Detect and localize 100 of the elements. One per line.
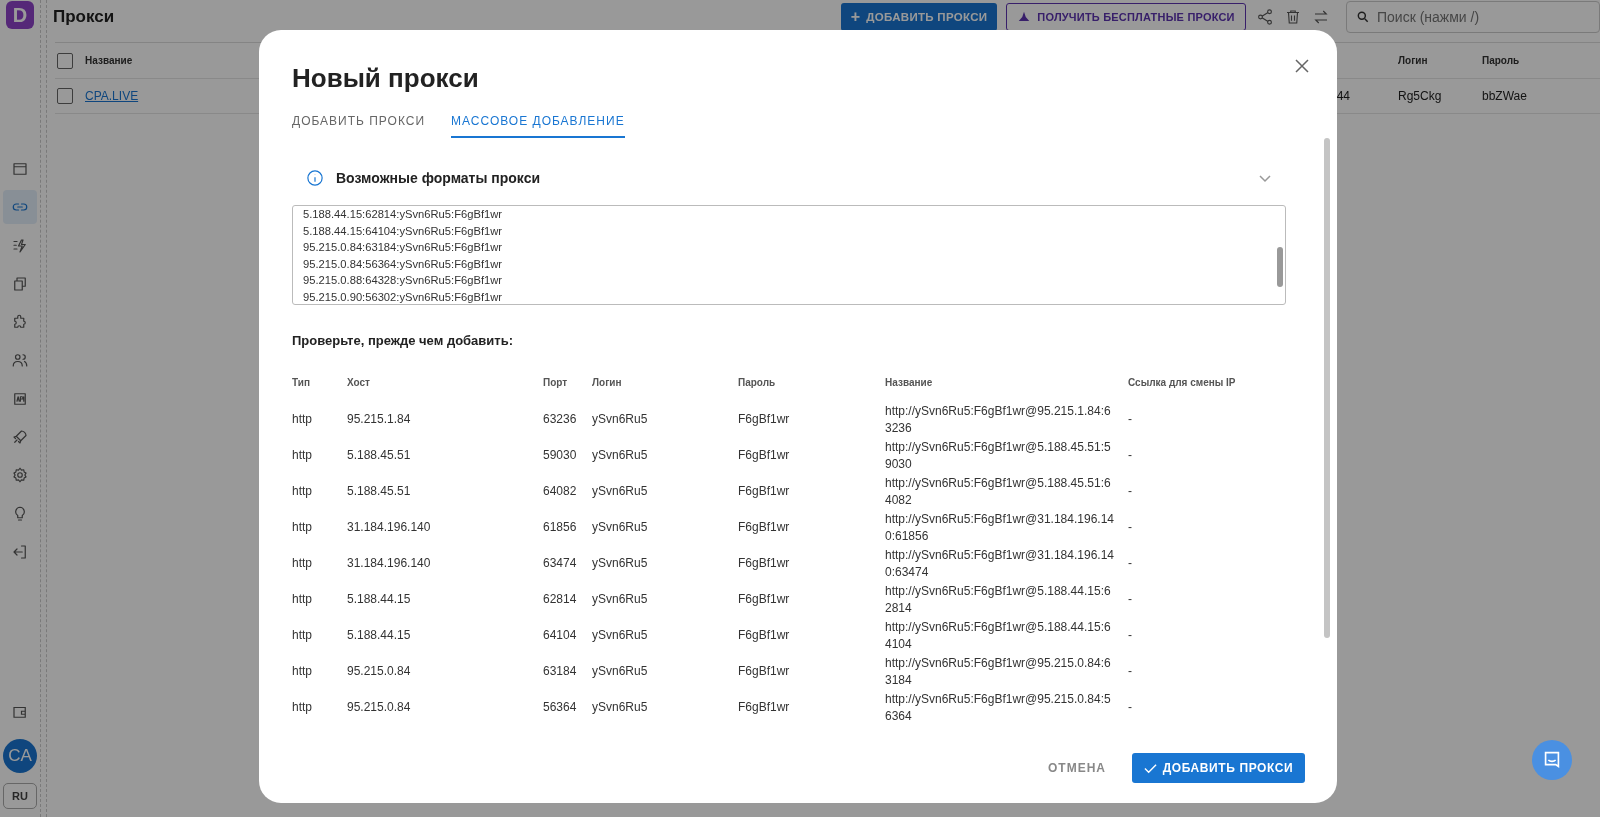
table-cell-text: http <box>292 627 313 642</box>
table-cell-text: F6gBf1wr <box>738 663 791 678</box>
table-cell-text: - <box>1128 447 1133 462</box>
search-field[interactable]: Поиск (нажми /) <box>1346 1 1600 33</box>
checkbox[interactable] <box>57 88 73 104</box>
trash-icon[interactable] <box>1284 8 1302 26</box>
table-cell-text: 63184 <box>543 663 578 678</box>
table-cell-text: - <box>1128 591 1133 606</box>
free-proxies-button[interactable]: ПОЛУЧИТЬ БЕСПЛАТНЫЕ ПРОКСИ <box>1006 3 1246 31</box>
chat-button[interactable] <box>1532 740 1572 780</box>
add-proxy-button[interactable]: + ДОБАВИТЬ ПРОКСИ <box>841 3 997 31</box>
copy-icon[interactable] <box>11 274 29 293</box>
table-cell-text: 95.215.1.84 <box>347 411 412 426</box>
gear-icon[interactable] <box>11 466 29 485</box>
table-cell-text: ySvn6Ru5 <box>592 627 649 642</box>
avatar[interactable]: CA <box>3 739 37 773</box>
table-cell-text: bbZWae <box>1482 89 1528 103</box>
table-cell-text: F6gBf1wr <box>738 627 791 642</box>
table-cell-text: F6gBf1wr <box>738 591 791 606</box>
table-cell-text: ySvn6Ru5 <box>592 555 649 570</box>
checkbox[interactable] <box>57 52 73 69</box>
table-cell-text: http <box>292 699 313 714</box>
column-header: Ссылка для смены IP <box>1128 376 1237 388</box>
column-header: Название <box>85 55 134 66</box>
cancel-button[interactable]: ОТМЕНА <box>1042 760 1112 776</box>
bolt-list-icon[interactable] <box>11 236 29 255</box>
table-cell-text: 5.188.45.51 <box>347 483 412 498</box>
table-cell-text: 56364 <box>543 699 578 714</box>
table-cell-text: - <box>1128 519 1133 534</box>
table-cell-text: http <box>292 663 313 678</box>
table-cell-text: http <box>292 411 313 426</box>
column-header: Хост <box>347 376 371 388</box>
table-cell-text: 95.215.0.84 <box>347 699 412 714</box>
sidebar-item[interactable] <box>3 190 37 225</box>
table-cell-text: 5.188.44.15 <box>347 591 412 606</box>
table-cell-text: - <box>1128 483 1133 498</box>
table-cell-text: ySvn6Ru5 <box>592 447 649 462</box>
table-cell-text: 63474 <box>543 555 578 570</box>
table-cell-text: ySvn6Ru5 <box>592 519 649 534</box>
table-cell-text: http <box>292 519 313 534</box>
table-cell-text: - <box>1128 411 1133 426</box>
table-cell-text: 44 <box>1335 89 1350 103</box>
table-cell-text: - <box>1128 663 1133 678</box>
table-cell-text: http <box>292 591 313 606</box>
proxy-name-link[interactable]: CPA.LIVE <box>85 89 139 103</box>
table-cell-text: 64082 <box>543 483 578 498</box>
close-icon[interactable] <box>1295 59 1309 73</box>
table-cell-text: 31.184.196.140 <box>347 555 432 570</box>
info-icon <box>306 169 324 187</box>
column-header: Тип <box>292 376 311 388</box>
table-cell-text: 62814 <box>543 591 578 606</box>
table-cell-text: 31.184.196.140 <box>347 519 432 534</box>
column-header: Пароль <box>1482 55 1521 66</box>
table-cell-text: F6gBf1wr <box>738 699 791 714</box>
triangle-icon <box>1017 10 1032 24</box>
users-icon[interactable] <box>11 351 29 370</box>
table-cell-text: 63236 <box>543 411 578 426</box>
table-cell-text: http <box>292 483 313 498</box>
table-cell-text: F6gBf1wr <box>738 411 791 426</box>
table-cell-text: http <box>292 555 313 570</box>
table-cell-text: - <box>1128 627 1133 642</box>
table-cell-text: F6gBf1wr <box>738 519 791 534</box>
table-cell-text: 59030 <box>543 447 578 462</box>
swap-icon[interactable] <box>1312 8 1330 26</box>
table-cell-text: ySvn6Ru5 <box>592 663 649 678</box>
logout-icon[interactable] <box>11 542 29 561</box>
table-cell-text: ySvn6Ru5 <box>592 411 649 426</box>
table-cell-text: ySvn6Ru5 <box>592 699 649 714</box>
table-cell-text: 95.215.0.84 <box>347 663 412 678</box>
table-cell-text: 5.188.45.51 <box>347 447 412 462</box>
table-cell-text: 5.188.44.15 <box>347 627 412 642</box>
table-cell-text: F6gBf1wr <box>738 483 791 498</box>
window-icon[interactable] <box>11 160 29 178</box>
check-icon <box>1143 761 1157 775</box>
column-header: Логин <box>592 376 623 388</box>
add-proxies-button[interactable]: ДОБАВИТЬ ПРОКСИ <box>1132 753 1305 783</box>
table-cell-text: - <box>1128 555 1133 570</box>
table-cell-text: 61856 <box>543 519 578 534</box>
column-header: Пароль <box>738 376 777 388</box>
table-cell-text: 64104 <box>543 627 578 642</box>
column-header: Название <box>885 376 934 388</box>
tab[interactable]: МАССОВОЕ ДОБАВЛЕНИЕ <box>451 108 625 138</box>
table-cell-text: Rg5Ckg <box>1398 89 1443 103</box>
dialog-title: Новый прокси <box>292 63 480 94</box>
language-button[interactable]: RU <box>3 783 37 809</box>
table-cell-text: ySvn6Ru5 <box>592 483 649 498</box>
table-cell-text: - <box>1128 699 1133 714</box>
table-cell-text: http <box>292 447 313 462</box>
table-cell-text: http://ySvn6Ru5:F6gBf1wr@95.215.0.84:56364 <box>885 691 1112 725</box>
table-cell-text: F6gBf1wr <box>738 555 791 570</box>
tab[interactable]: ДОБАВИТЬ ПРОКСИ <box>292 108 426 138</box>
share-icon[interactable] <box>1256 8 1274 26</box>
accordion-title: Возможные форматы прокси <box>336 170 542 186</box>
page-title: Прокси <box>53 7 116 27</box>
table-cell-text: F6gBf1wr <box>738 447 791 462</box>
table-cell-text: ySvn6Ru5 <box>592 591 649 606</box>
proxy-list-field[interactable]: 5.188.44.15:62814:ySvn6Ru5:F6gBf1wr 5.188.44.15:64104:ySvn6Ru5:F6gBf1wr 95.215.0.84:63184:ySvn6Ru5:F6gBf1wr 95.215.0.84:56364:ySvn6Ru5:F6gBf1wr 95.215.0.88:64328:ySvn6Ru5:F6gBf1wr 95.215.0.90:56302:ySvn6Ru5:F6gBf1wr <box>292 205 1286 305</box>
section-heading: Проверьте, прежде чем добавить: <box>292 333 514 348</box>
column-header: Логин <box>1398 55 1429 66</box>
logo[interactable]: D <box>6 1 34 29</box>
